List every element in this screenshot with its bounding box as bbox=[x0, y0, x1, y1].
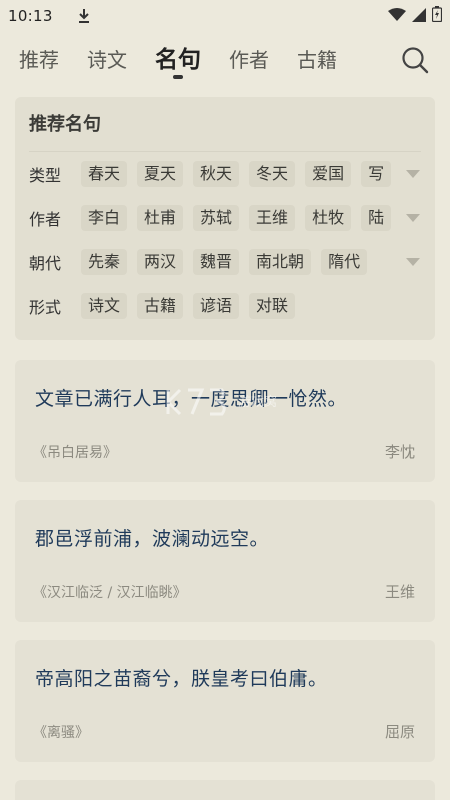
wifi-icon bbox=[388, 7, 406, 26]
filter-row-form: 形式 诗文 古籍 谚语 对联 bbox=[29, 284, 421, 328]
quote-card[interactable]: 郡邑浮前浦，波澜动远空。 《汉江临泛 / 汉江临眺》 王维 bbox=[15, 500, 435, 622]
expand-arrow-icon[interactable] bbox=[405, 213, 421, 223]
chip-list: 先秦 两汉 魏晋 南北朝 隋代 bbox=[81, 249, 395, 275]
chip-pre-qin[interactable]: 先秦 bbox=[81, 249, 128, 275]
chip-wang-wei[interactable]: 王维 bbox=[249, 205, 296, 231]
chip-proverb[interactable]: 谚语 bbox=[193, 293, 240, 319]
chip-du-fu[interactable]: 杜甫 bbox=[137, 205, 184, 231]
chip-spring[interactable]: 春天 bbox=[81, 161, 128, 187]
chip-du-mu[interactable]: 杜牧 bbox=[305, 205, 352, 231]
quote-card[interactable] bbox=[15, 780, 435, 800]
filter-label: 作者 bbox=[29, 210, 62, 229]
signal-icon bbox=[412, 7, 426, 26]
quote-author[interactable]: 李忱 bbox=[385, 441, 415, 462]
top-nav: 推荐 诗文 名句 作者 古籍 bbox=[0, 32, 450, 88]
download-icon bbox=[77, 8, 91, 24]
chip-list: 李白 杜甫 苏轼 王维 杜牧 陆 bbox=[81, 205, 395, 231]
quote-source[interactable]: 《吊白居易》 bbox=[33, 442, 117, 462]
chip-poetry[interactable]: 诗文 bbox=[81, 293, 128, 319]
chip-classics[interactable]: 古籍 bbox=[137, 293, 184, 319]
filter-label: 类型 bbox=[29, 166, 62, 185]
chip-couplet[interactable]: 对联 bbox=[249, 293, 296, 319]
quote-source[interactable]: 《汉江临泛 / 汉江临眺》 bbox=[33, 582, 187, 602]
chip-scenery[interactable]: 写 bbox=[361, 161, 392, 187]
chip-summer[interactable]: 夏天 bbox=[137, 161, 184, 187]
quote-text: 郡邑浮前浦，波澜动远空。 bbox=[35, 528, 270, 550]
status-time: 10:13 bbox=[8, 7, 53, 25]
chip-wei-jin[interactable]: 魏晋 bbox=[193, 249, 240, 275]
tab-poems[interactable]: 诗文 bbox=[87, 32, 127, 88]
chip-southern-northern[interactable]: 南北朝 bbox=[249, 249, 312, 275]
search-icon bbox=[402, 47, 429, 74]
chip-sui[interactable]: 隋代 bbox=[321, 249, 368, 275]
tab-authors[interactable]: 作者 bbox=[229, 32, 269, 88]
filter-label: 朝代 bbox=[29, 254, 62, 273]
chip-patriotic[interactable]: 爱国 bbox=[305, 161, 352, 187]
status-icons bbox=[388, 6, 443, 26]
filter-row-author: 作者 李白 杜甫 苏轼 王维 杜牧 陆 bbox=[29, 196, 421, 240]
chip-li-bai[interactable]: 李白 bbox=[81, 205, 128, 231]
chip-winter[interactable]: 冬天 bbox=[249, 161, 296, 187]
filter-label: 形式 bbox=[29, 298, 62, 317]
quote-text: 文章已满行人耳，一度思卿一怆然。 bbox=[35, 388, 348, 410]
tab-recommend[interactable]: 推荐 bbox=[19, 32, 59, 88]
search-button[interactable] bbox=[400, 45, 430, 75]
expand-arrow-icon[interactable] bbox=[405, 169, 421, 179]
quote-source[interactable]: 《离骚》 bbox=[33, 722, 89, 742]
quote-card[interactable]: 帝高阳之苗裔兮，朕皇考曰伯庸。 《离骚》 屈原 bbox=[15, 640, 435, 762]
battery-icon bbox=[431, 6, 443, 26]
chip-list: 诗文 古籍 谚语 对联 bbox=[81, 293, 395, 319]
chip-su-shi[interactable]: 苏轼 bbox=[193, 205, 240, 231]
filter-row-type: 类型 春天 夏天 秋天 冬天 爱国 写 bbox=[29, 152, 421, 196]
filter-card: 推荐名句 类型 春天 夏天 秋天 冬天 爱国 写 作者 李白 杜甫 苏轼 王维 … bbox=[15, 97, 435, 340]
quote-card[interactable]: 文章已满行人耳，一度思卿一怆然。 《吊白居易》 李忱 bbox=[15, 360, 435, 482]
chip-lu[interactable]: 陆 bbox=[361, 205, 392, 231]
filter-row-dynasty: 朝代 先秦 两汉 魏晋 南北朝 隋代 bbox=[29, 240, 421, 284]
quote-author[interactable]: 王维 bbox=[385, 581, 415, 602]
chip-autumn[interactable]: 秋天 bbox=[193, 161, 240, 187]
chip-han[interactable]: 两汉 bbox=[137, 249, 184, 275]
status-bar: 10:13 bbox=[0, 0, 450, 32]
expand-arrow-icon[interactable] bbox=[405, 257, 421, 267]
tab-classics[interactable]: 古籍 bbox=[297, 32, 337, 88]
quote-text: 帝高阳之苗裔兮，朕皇考曰伯庸。 bbox=[35, 668, 328, 690]
chip-list: 春天 夏天 秋天 冬天 爱国 写 bbox=[81, 161, 395, 187]
quote-author[interactable]: 屈原 bbox=[385, 721, 415, 742]
tab-famous-lines[interactable]: 名句 bbox=[155, 32, 201, 88]
filter-title: 推荐名句 bbox=[29, 97, 421, 152]
